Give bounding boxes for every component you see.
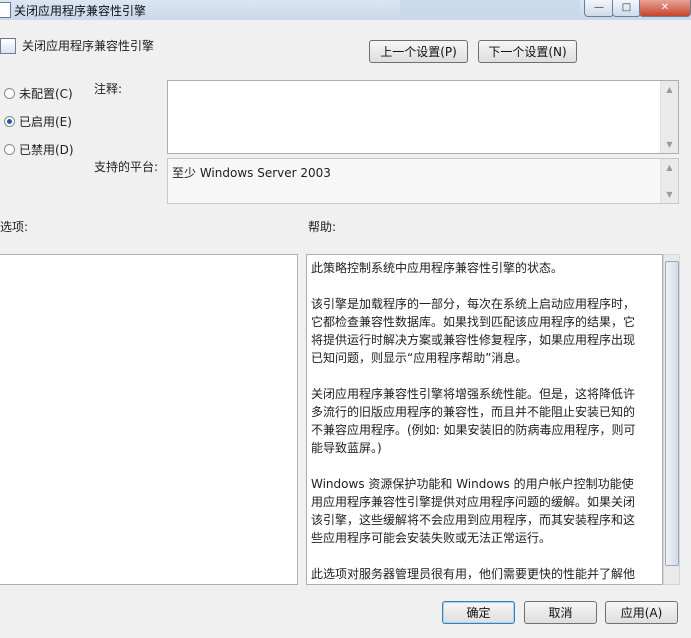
help-scrollbar[interactable] <box>663 254 680 585</box>
maximize-icon: □ <box>621 2 632 13</box>
scroll-up-icon[interactable]: ▲ <box>661 159 678 176</box>
minimize-icon: — <box>594 2 604 13</box>
radio-dot-selected <box>4 116 15 127</box>
close-icon: ✕ <box>660 2 670 13</box>
comment-textarea[interactable]: ▲ ▼ <box>167 80 679 154</box>
radio-disabled[interactable]: 已禁用(D) <box>4 141 74 158</box>
radio-enabled[interactable]: 已启用(E) <box>4 113 72 130</box>
comment-label: 注释: <box>94 82 123 96</box>
window-title: 关闭应用程序兼容性引擎 <box>14 4 147 18</box>
platform-label: 支持的平台: <box>94 160 159 174</box>
radio-label: 已禁用(D) <box>19 143 74 157</box>
title-glow <box>400 0 580 18</box>
help-label: 帮助: <box>308 220 337 234</box>
options-pane <box>0 254 298 585</box>
radio-label: 未配置(C) <box>19 87 73 101</box>
platform-value: 至少 Windows Server 2003 <box>172 166 331 180</box>
scroll-down-icon[interactable]: ▼ <box>661 186 678 203</box>
help-pane: 此策略控制系统中应用程序兼容性引擎的状态。 该引擎是加载程序的一部分，每次在系统… <box>306 254 663 585</box>
options-label: 选项: <box>0 220 29 234</box>
help-text: 此策略控制系统中应用程序兼容性引擎的状态。 该引擎是加载程序的一部分，每次在系统… <box>311 259 642 584</box>
next-setting-button[interactable]: 下一个设置(N) <box>478 40 577 63</box>
setting-icon <box>0 38 16 54</box>
cancel-button[interactable]: 取消 <box>524 601 597 624</box>
previous-setting-button[interactable]: 上一个设置(P) <box>369 40 468 63</box>
apply-button[interactable]: 应用(A) <box>605 601 678 624</box>
radio-label: 已启用(E) <box>19 115 72 129</box>
help-paragraph: 该引擎是加载程序的一部分，每次在系统上启动应用程序时，它都检查兼容性数据库。如果… <box>311 297 636 365</box>
help-paragraph: Windows 资源保护功能和 Windows 的用户帐户控制功能使用应用程序兼… <box>311 477 636 545</box>
help-paragraph: 关闭应用程序兼容性引擎将增强系统性能。但是，这将降低许多流行的旧版应用程序的兼容… <box>311 387 636 455</box>
title-bar: 关闭应用程序兼容性引擎 — □ ✕ <box>0 0 691 20</box>
ok-button[interactable]: 确定 <box>442 601 515 624</box>
minimize-button[interactable]: — <box>584 0 614 17</box>
setting-title: 关闭应用程序兼容性引擎 <box>22 39 155 53</box>
scroll-up-icon[interactable]: ▲ <box>661 81 678 98</box>
radio-not-configured[interactable]: 未配置(C) <box>4 85 73 102</box>
policy-icon <box>0 2 11 18</box>
platform-field: 至少 Windows Server 2003 ▲ ▼ <box>167 158 679 204</box>
scroll-thumb[interactable] <box>665 261 679 566</box>
scroll-down-icon[interactable]: ▼ <box>661 136 678 153</box>
help-paragraph: 此策略控制系统中应用程序兼容性引擎的状态。 <box>311 261 564 275</box>
maximize-button[interactable]: □ <box>612 0 641 17</box>
help-paragraph: 此选项对服务器管理员很有用，他们需要更快的性能并了解他们所用应用程序的兼容性。对… <box>311 567 636 581</box>
platform-scrollbar[interactable]: ▲ ▼ <box>660 159 678 203</box>
radio-dot <box>4 144 15 155</box>
close-button[interactable]: ✕ <box>639 0 691 17</box>
comment-scrollbar[interactable]: ▲ ▼ <box>660 81 678 153</box>
radio-dot <box>4 88 15 99</box>
